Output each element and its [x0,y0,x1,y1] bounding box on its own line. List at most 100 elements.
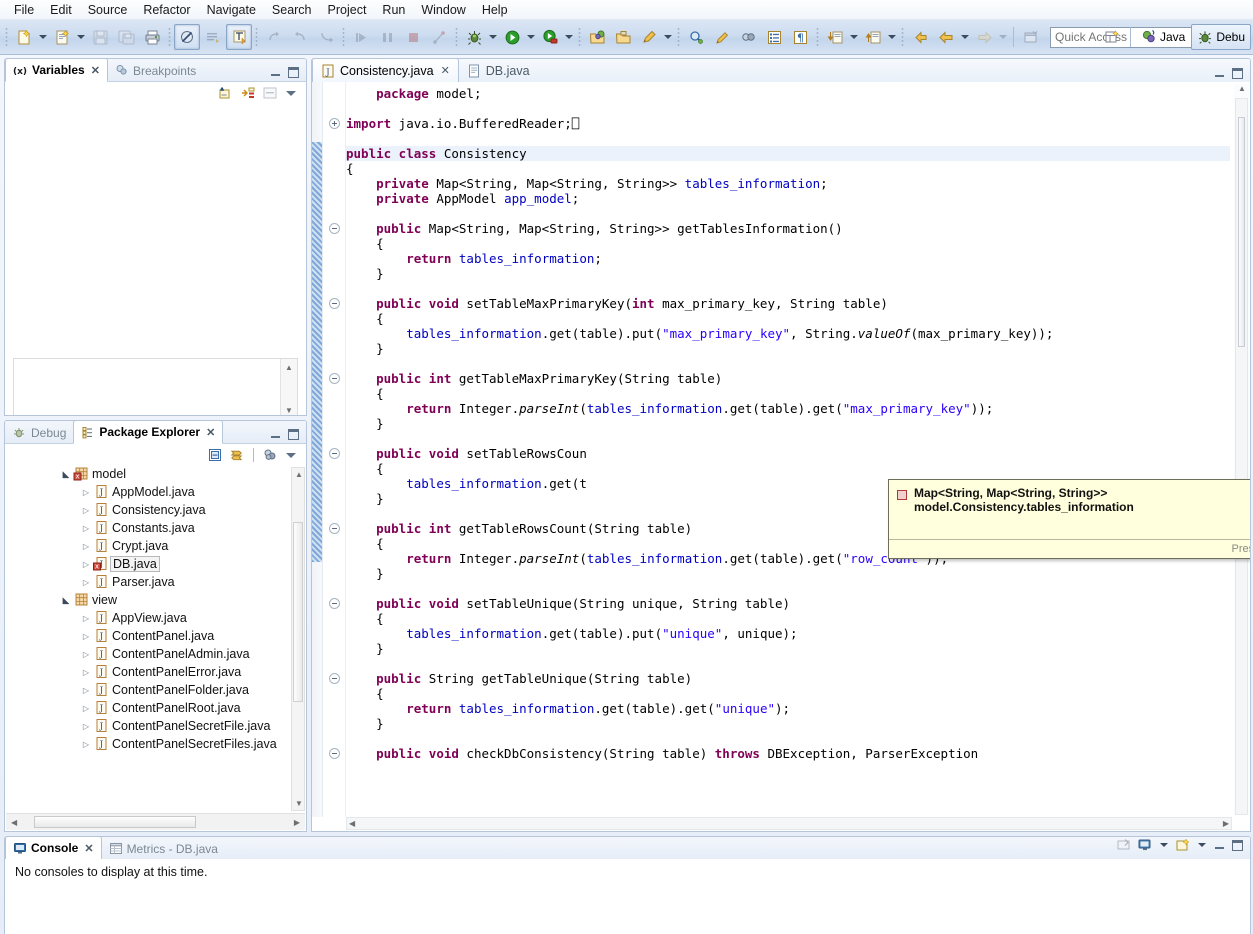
next-member-dropdown-icon[interactable] [848,25,860,49]
toolbar-grip[interactable] [168,27,171,47]
source-code-text[interactable]: package model; import java.io.BufferedRe… [346,82,1230,817]
twisty-collapsed-icon[interactable]: ▷ [79,614,93,623]
minimize-icon[interactable] [269,428,282,441]
close-icon[interactable]: ✕ [91,64,100,77]
close-icon[interactable]: ✕ [206,426,215,439]
tree-horizontal-scrollbar[interactable]: ◀ ▶ [6,813,305,830]
editor-scroll-thumb[interactable] [1238,117,1245,347]
fold-collapse-icon[interactable] [329,298,340,309]
twisty-collapsed-icon[interactable]: ▷ [79,686,93,695]
detail-pane-icon[interactable] [262,85,278,101]
minimize-icon[interactable] [1213,839,1226,852]
previous-member-dropdown-icon[interactable] [886,25,898,49]
open-task-icon[interactable] [610,24,636,50]
scroll-up-icon[interactable]: ▲ [285,363,293,372]
menu-item-edit[interactable]: Edit [42,1,80,19]
scroll-up-icon[interactable]: ▲ [295,470,303,479]
external-tools-dropdown-icon[interactable] [662,25,674,49]
tree-item-contentpaneladmin-java[interactable]: ▷ J ContentPanelAdmin.java [5,645,306,663]
new-console-view-icon[interactable] [1175,837,1191,853]
tab-variables[interactable]: (x)= Variables ✕ [5,59,108,82]
tab-package-explorer[interactable]: Package Explorer ✕ [73,421,224,444]
open-perspective-icon[interactable] [1100,24,1126,50]
scroll-right-icon[interactable]: ▶ [1223,819,1229,828]
twisty-collapsed-icon[interactable]: ▷ [79,542,93,551]
detail-vertical-scrollbar[interactable]: ▲ ▼ [280,359,297,415]
tree-item-parser-java[interactable]: ▷ J Parser.java [5,573,306,591]
editor-tab-db[interactable]: DB.java [459,60,538,82]
perspective-debug[interactable]: Debu [1191,24,1251,50]
print-icon[interactable] [139,24,165,50]
paragraph-icon[interactable]: ¶ [787,24,813,50]
previous-member-icon[interactable] [860,24,886,50]
collapse-all-icon[interactable] [207,447,223,463]
tab-breakpoints[interactable]: Breakpoints [108,60,203,81]
tree-item-constants-java[interactable]: ▷ J Constants.java [5,519,306,537]
tree-item-contentpanelroot-java[interactable]: ▷ J ContentPanelRoot.java [5,699,306,717]
minimize-icon[interactable] [1213,67,1226,80]
menu-item-run[interactable]: Run [374,1,413,19]
tree-item-contentpanel-java[interactable]: ▷ J ContentPanel.java [5,627,306,645]
tab-console[interactable]: Console ✕ [5,837,102,860]
twisty-collapsed-icon[interactable]: ▷ [79,578,93,587]
twisty-collapsed-icon[interactable]: ▷ [79,506,93,515]
view-menu-icon[interactable] [284,448,298,462]
scroll-left-icon[interactable]: ◀ [11,818,17,827]
toggle-mark-occurrences-icon[interactable] [226,24,252,50]
twisty-expanded-icon[interactable]: ◢ [59,469,73,480]
perspective-java[interactable]: Java [1135,24,1191,50]
twisty-collapsed-icon[interactable]: ▷ [79,632,93,641]
new-console-dropdown-icon[interactable] [1196,837,1208,857]
fold-expand-icon[interactable] [329,118,340,129]
tree-item-crypt-java[interactable]: ▷ J Crypt.java [5,537,306,555]
menu-item-file[interactable]: File [6,1,42,19]
editor-tab-consistency[interactable]: J Consistency.java ✕ [312,59,459,83]
scroll-down-icon[interactable]: ▼ [295,799,303,808]
source-editor[interactable]: package model; import java.io.BufferedRe… [312,82,1250,831]
twisty-collapsed-icon[interactable]: ▷ [79,650,93,659]
menu-item-search[interactable]: Search [264,1,320,19]
tree-item-contentpanelfolder-java[interactable]: ▷ J ContentPanelFolder.java [5,681,306,699]
fold-collapse-icon[interactable] [329,523,340,534]
toolbar-grip[interactable] [342,27,345,47]
close-icon[interactable]: ✕ [84,842,93,855]
editor-vertical-scrollbar[interactable]: ▲ [1234,84,1249,815]
skip-all-breakpoints-icon[interactable] [174,24,200,50]
console-dropdown-icon[interactable] [1158,837,1170,857]
toolbar-grip[interactable] [578,27,581,47]
console-output-area[interactable]: No consoles to display at this time. [5,859,1250,934]
next-member-icon[interactable] [822,24,848,50]
tree-vertical-scrollbar[interactable]: ▲ ▼ [291,467,305,811]
new-annotation-icon[interactable] [636,24,662,50]
menu-item-navigate[interactable]: Navigate [199,1,264,19]
minimize-icon[interactable] [269,66,282,79]
tree-item-view[interactable]: ◢ view [5,591,306,609]
toolbar-grip[interactable] [455,27,458,47]
tree-item-consistency-java[interactable]: ▷ J Consistency.java [5,501,306,519]
tree-item-appmodel-java[interactable]: ▷ J AppModel.java [5,483,306,501]
twisty-collapsed-icon[interactable]: ▷ [79,668,93,677]
new-wizard-dropdown-icon[interactable] [37,25,49,49]
menu-item-project[interactable]: Project [320,1,375,19]
toolbar-grip[interactable] [677,27,680,47]
link-with-editor-icon[interactable] [229,447,245,463]
run-dropdown-icon[interactable] [525,25,537,49]
variables-tree-body[interactable]: ▲ ▼ ◀ ▶ [5,103,306,415]
back-arrow-icon[interactable] [933,24,959,50]
toolbar-grip[interactable] [816,27,819,47]
tree-item-contentpanelsecretfiles-java[interactable]: ▷ J ContentPanelSecretFiles.java [5,735,306,753]
menu-item-help[interactable]: Help [474,1,516,19]
tab-metrics[interactable]: Metrics - DB.java [102,838,225,859]
menu-item-refactor[interactable]: Refactor [135,1,198,19]
twisty-collapsed-icon[interactable]: ▷ [79,560,93,569]
maximize-icon[interactable] [1231,67,1244,80]
display-selected-console-icon[interactable] [1137,837,1153,853]
twisty-collapsed-icon[interactable]: ▷ [79,722,93,731]
scroll-up-icon[interactable]: ▲ [1238,84,1246,93]
view-filters-icon[interactable] [262,447,278,463]
new-java-class-dropdown-icon[interactable] [75,25,87,49]
run-play-icon[interactable] [499,24,525,50]
tree-item-appview-java[interactable]: ▷ J AppView.java [5,609,306,627]
debug-dropdown-icon[interactable] [487,25,499,49]
maximize-icon[interactable] [1231,839,1244,852]
